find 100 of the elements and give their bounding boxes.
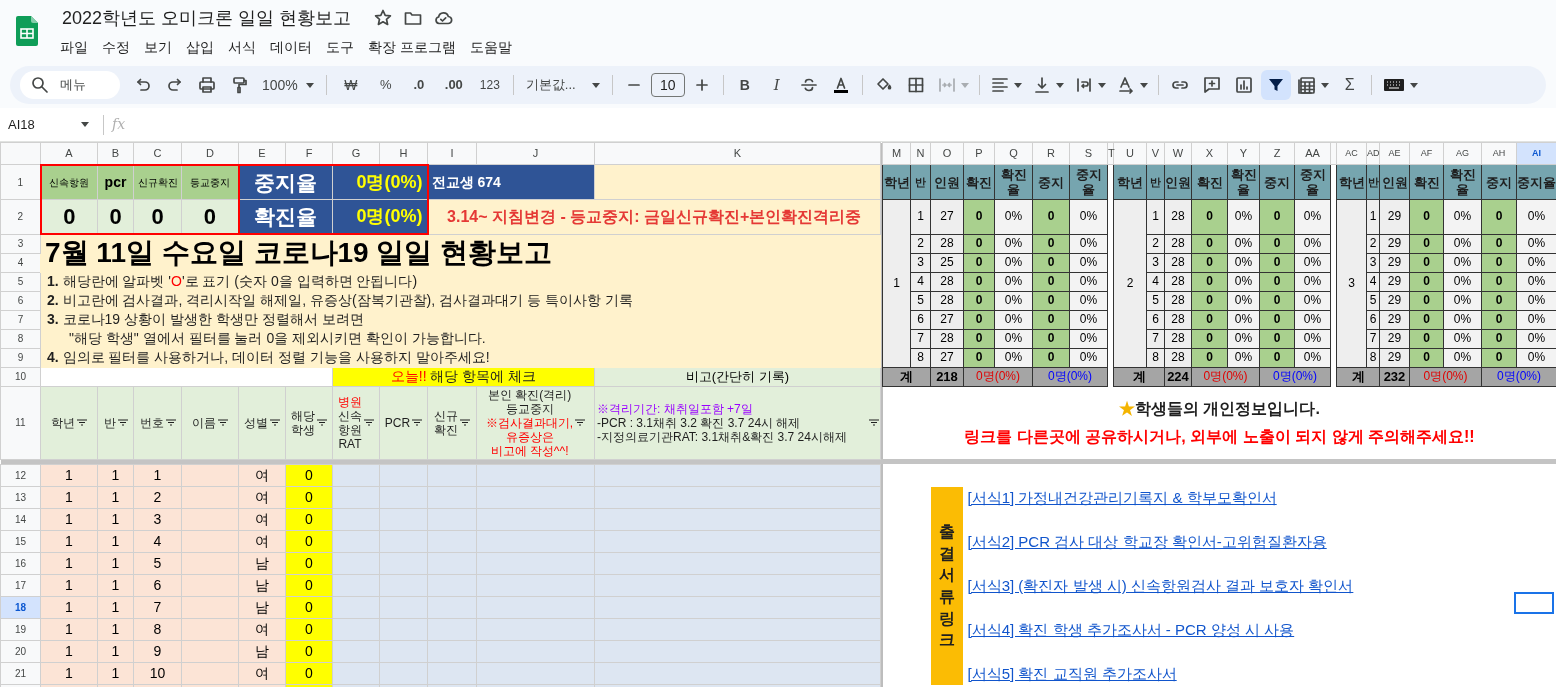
functions-button[interactable]: Σ: [1334, 71, 1365, 99]
bold-button[interactable]: B: [729, 71, 760, 99]
number-format-button[interactable]: 123: [472, 71, 507, 99]
filter-icon[interactable]: [869, 419, 879, 426]
italic-button[interactable]: I: [761, 71, 792, 99]
row-header[interactable]: 2: [0, 199, 41, 234]
column-header[interactable]: H: [379, 142, 428, 165]
form-link[interactable]: [서식1] 가정내건강관리기록지 & 학부모확인서: [967, 487, 1354, 509]
menu-item[interactable]: 보기: [137, 36, 179, 58]
font-size-field[interactable]: 10: [650, 73, 685, 97]
column-header[interactable]: AC: [1336, 142, 1367, 165]
decrease-decimal-button[interactable]: .0: [402, 71, 435, 99]
sheets-logo[interactable]: [16, 16, 38, 46]
filter-icon[interactable]: [575, 419, 586, 426]
menu-item[interactable]: 도구: [319, 36, 361, 58]
caret-icon: [305, 82, 314, 88]
filter-icon[interactable]: [270, 419, 280, 426]
column-header[interactable]: AE: [1379, 142, 1410, 165]
column-title: 신규 확진: [434, 408, 458, 437]
name-box[interactable]: AI18: [0, 111, 95, 138]
column-header[interactable]: N: [910, 142, 931, 165]
percent-button[interactable]: %: [370, 71, 401, 99]
column-header[interactable]: AH: [1481, 142, 1517, 165]
row-header[interactable]: 18: [0, 596, 41, 618]
form-link[interactable]: [서식5] 확진 교직원 추가조사서: [967, 663, 1354, 685]
caret-icon: [1409, 82, 1418, 88]
column-header[interactable]: I: [427, 142, 477, 165]
row-header[interactable]: 11: [0, 386, 41, 459]
menu-search-field[interactable]: 메뉴: [20, 71, 120, 99]
filter-icon[interactable]: [412, 419, 423, 426]
column-title: 반: [103, 415, 116, 430]
column-header[interactable]: AG: [1443, 142, 1482, 165]
rate-value: 0명(0%): [332, 199, 428, 234]
row-header[interactable]: 19: [0, 618, 41, 640]
row-header[interactable]: 13: [0, 486, 41, 508]
column-title: ※격리기간: 채취일포함 +7일 -PCR : 3.1채취 3.2 확진 3.7 24시 해제 -지정의료기관RAT: 3.1채취&확진 3.7 24시해제: [597, 401, 847, 444]
filter-icon[interactable]: [317, 419, 327, 426]
column-title: 학년: [1336, 164, 1367, 200]
filter-icon[interactable]: [218, 419, 228, 426]
menu-item[interactable]: 삽입: [179, 36, 221, 58]
filter-button[interactable]: [1260, 70, 1291, 100]
font-dropdown[interactable]: 기본값...: [519, 71, 606, 99]
filter-icon[interactable]: [77, 419, 87, 426]
menu-item[interactable]: 서식: [221, 36, 263, 58]
filter-icon[interactable]: [117, 419, 128, 426]
row-header[interactable]: 14: [0, 508, 41, 530]
column-header[interactable]: Q: [994, 142, 1033, 165]
table-cell: 3: [1366, 253, 1380, 272]
column-header[interactable]: J: [476, 142, 595, 165]
form-link[interactable]: [서식3] (확진자 발생 시) 신속항원검사 결과 보호자 확인서: [967, 575, 1354, 597]
column-header[interactable]: AF: [1409, 142, 1444, 165]
menu-item[interactable]: 도움말: [462, 36, 519, 58]
search-icon: [30, 75, 50, 95]
summary-value: 0: [181, 199, 239, 234]
forms-label: 출결서류링크: [930, 487, 963, 685]
row-header[interactable]: 1: [0, 164, 41, 200]
calculator-icon: [1296, 75, 1317, 95]
column-header[interactable]: E: [238, 142, 286, 165]
row-header[interactable]: 20: [0, 640, 41, 662]
document-title[interactable]: 2022학년도 오미크론 일일 현황보고: [60, 4, 354, 32]
filter-icon[interactable]: [364, 419, 374, 426]
column-header[interactable]: T: [1107, 142, 1114, 165]
menu-item[interactable]: 확장 프로그램: [361, 36, 463, 58]
column-header[interactable]: D: [181, 142, 239, 165]
menu-item[interactable]: 데이터: [263, 36, 319, 58]
menu-item[interactable]: 파일: [53, 36, 95, 58]
column-header[interactable]: O: [930, 142, 964, 165]
column-header[interactable]: R: [1032, 142, 1070, 165]
zoom-dropdown[interactable]: 100%: [256, 71, 320, 99]
column-header[interactable]: F: [285, 142, 333, 165]
row-header[interactable]: 17: [0, 574, 41, 596]
increase-decimal-button[interactable]: .00: [436, 71, 471, 99]
formula-label: fx: [112, 115, 126, 134]
column-header[interactable]: Z: [1259, 142, 1295, 165]
form-link[interactable]: [서식4] 확진 학생 추가조사서 - PCR 양성 시 사용: [967, 619, 1354, 641]
column-header[interactable]: A: [40, 142, 98, 165]
column-header[interactable]: U: [1113, 142, 1147, 165]
filter-icon: [1267, 77, 1284, 93]
row-header[interactable]: 16: [0, 552, 41, 574]
column-header[interactable]: P: [963, 142, 995, 165]
row-header[interactable]: 15: [0, 530, 41, 552]
filter-icon[interactable]: [165, 419, 176, 426]
column-header[interactable]: S: [1069, 142, 1108, 165]
column-header[interactable]: X: [1191, 142, 1228, 165]
column-header[interactable]: B: [97, 142, 134, 165]
star-icon[interactable]: [373, 8, 394, 28]
menu-item[interactable]: 수정: [95, 36, 137, 58]
row-header[interactable]: 12: [0, 464, 41, 486]
currency-button[interactable]: ₩: [332, 71, 369, 99]
column-header[interactable]: M: [882, 142, 911, 165]
form-link[interactable]: [서식2] PCR 검사 대상 학교장 확인서-고위험질환자용: [967, 531, 1354, 553]
column-header[interactable]: C: [133, 142, 182, 165]
column-header[interactable]: AI: [1516, 142, 1556, 165]
column-header[interactable]: AA: [1294, 142, 1331, 165]
filter-icon[interactable]: [460, 419, 470, 426]
row-header[interactable]: 21: [0, 662, 41, 684]
column-header[interactable]: K: [594, 142, 881, 165]
column-header[interactable]: Y: [1227, 142, 1260, 165]
column-header[interactable]: W: [1164, 142, 1192, 165]
column-header[interactable]: G: [332, 142, 380, 165]
